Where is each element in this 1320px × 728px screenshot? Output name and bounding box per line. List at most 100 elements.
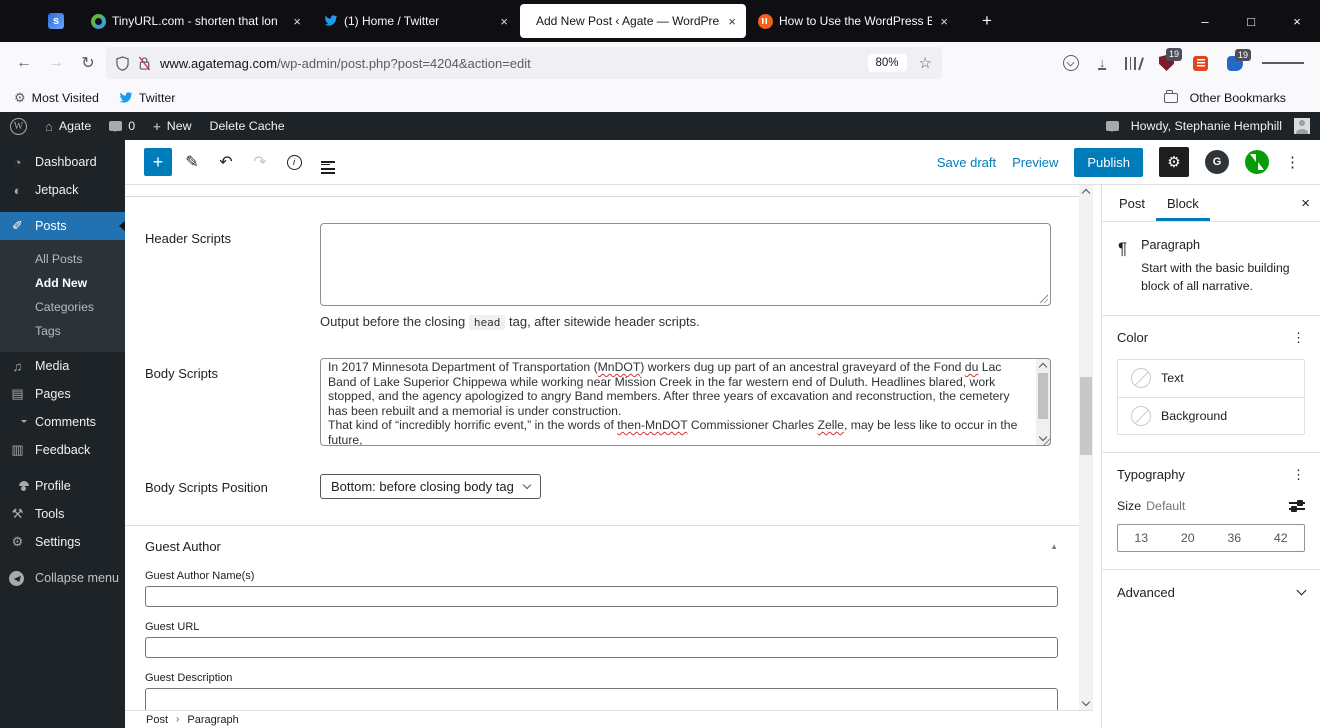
tab-block[interactable]: Block [1156, 185, 1210, 221]
howdy-label[interactable]: Howdy, Stephanie Hemphill [1131, 119, 1282, 133]
tab-close-icon[interactable]: × [938, 14, 950, 29]
new-content-menu[interactable]: + New [153, 119, 191, 134]
notification-bubble-icon[interactable] [1105, 121, 1119, 132]
font-size-option[interactable]: 13 [1118, 525, 1165, 551]
tab-close-icon[interactable]: × [726, 14, 738, 29]
menu-hamburger-icon[interactable] [1262, 59, 1304, 67]
editor-vertical-scrollbar[interactable] [1079, 185, 1093, 710]
sidebar-item-settings[interactable]: ⚙ Settings [0, 528, 125, 556]
url-bar[interactable]: www.agatemag.com/wp-admin/post.php?post=… [106, 47, 942, 79]
panel-options-kebab-icon[interactable]: ⋮ [1292, 467, 1305, 483]
other-bookmarks[interactable]: Other Bookmarks [1163, 90, 1286, 105]
plugin-g-icon[interactable]: G [1205, 150, 1229, 174]
url-text[interactable]: www.agatemag.com/wp-admin/post.php?post=… [160, 56, 868, 71]
reader-extension-icon[interactable] [1193, 55, 1208, 71]
breadcrumb-paragraph[interactable]: Paragraph [187, 714, 238, 726]
tab-close-icon[interactable]: × [498, 14, 510, 29]
submenu-categories[interactable]: Categories [0, 295, 125, 319]
collapse-section-icon[interactable]: ▲ [1050, 542, 1058, 551]
save-draft-button[interactable]: Save draft [937, 155, 996, 170]
bookmark-twitter[interactable]: Twitter [119, 91, 175, 105]
window-maximize-button[interactable]: □ [1228, 0, 1274, 42]
user-avatar[interactable] [1294, 118, 1310, 134]
scroll-down-icon[interactable] [1081, 697, 1091, 707]
edit-mode-pencil-icon[interactable]: ✎ [178, 148, 206, 176]
page-zoom-badge[interactable]: 80% [867, 54, 907, 72]
account-extension-icon[interactable]: 19 [1227, 48, 1251, 71]
list-view-button[interactable] [314, 148, 342, 176]
new-tab-button[interactable]: + [973, 11, 1001, 31]
block-inserter-button[interactable]: + [144, 148, 172, 176]
reload-button[interactable]: ↻ [72, 47, 104, 79]
scrollbar-thumb[interactable] [1038, 373, 1048, 419]
browser-tab-active-wordpress[interactable]: Add New Post ‹ Agate — WordPress × [520, 4, 746, 38]
scrollbar-thumb[interactable] [1080, 377, 1092, 455]
scroll-up-icon[interactable] [1038, 362, 1048, 372]
site-name-menu[interactable]: ⌂ Agate [45, 119, 91, 134]
sidebar-item-posts[interactable]: ✐ Posts [0, 212, 125, 240]
panel-options-kebab-icon[interactable]: ⋮ [1292, 330, 1305, 346]
bookmark-most-visited[interactable]: ⚙ Most Visited [14, 90, 99, 106]
preview-button[interactable]: Preview [1012, 155, 1058, 170]
options-kebab-icon[interactable]: ⋮ [1285, 153, 1300, 171]
details-info-button[interactable]: i [280, 148, 308, 176]
sidebar-item-profile[interactable]: Profile [0, 472, 125, 500]
scroll-up-icon[interactable] [1081, 188, 1091, 198]
jetpack-icon[interactable] [1245, 150, 1269, 174]
guest-author-section-header[interactable]: Guest Author ▲ [125, 526, 1079, 556]
submenu-tags[interactable]: Tags [0, 319, 125, 343]
body-scripts-textarea[interactable]: In 2017 Minnesota Department of Transpor… [320, 358, 1051, 446]
guest-author-name-input[interactable] [145, 586, 1058, 607]
redo-button[interactable]: ↷ [246, 148, 274, 176]
breadcrumb-post[interactable]: Post [146, 714, 168, 726]
collapse-menu-button[interactable]: ◀ Collapse menu [0, 564, 125, 592]
downloads-icon[interactable]: ↓ [1097, 56, 1107, 70]
browser-tab-wp-guide[interactable]: How to Use the WordPress Bloc × [748, 4, 958, 38]
wp-logo-menu[interactable]: W [10, 117, 27, 135]
insecure-lock-icon[interactable] [138, 56, 151, 71]
sidebar-item-pages[interactable]: ▤ Pages [0, 380, 125, 408]
header-scripts-textarea[interactable] [320, 223, 1051, 306]
advanced-panel-toggle[interactable]: Advanced [1102, 570, 1320, 615]
library-icon[interactable] [1125, 56, 1144, 70]
sidebar-item-media[interactable]: ♫ Media [0, 352, 125, 380]
font-size-option[interactable]: 42 [1258, 525, 1305, 551]
close-icon[interactable]: × [1301, 195, 1310, 212]
pocket-icon[interactable] [1062, 55, 1079, 71]
browser-tab-twitter[interactable]: (1) Home / Twitter × [313, 4, 518, 38]
font-size-option[interactable]: 20 [1165, 525, 1212, 551]
back-button[interactable]: ← [8, 47, 40, 79]
sidebar-item-dashboard[interactable]: ◔ Dashboard [0, 148, 125, 176]
background-color-option[interactable]: Background [1118, 396, 1304, 434]
tab-close-icon[interactable]: × [291, 14, 303, 29]
comments-menu[interactable]: 0 [109, 119, 135, 133]
delete-cache-menu[interactable]: Delete Cache [210, 119, 285, 133]
publish-button[interactable]: Publish [1074, 147, 1143, 177]
tab-post[interactable]: Post [1108, 185, 1156, 221]
resize-grip-icon[interactable] [1038, 293, 1048, 303]
sidebar-item-feedback[interactable]: ▥ Feedback [0, 436, 125, 464]
forward-button[interactable]: → [40, 47, 72, 79]
sidebar-item-jetpack[interactable]: ◐ Jetpack [0, 176, 125, 204]
sidebar-item-tools[interactable]: ⚒ Tools [0, 500, 125, 528]
tracking-protection-shield-icon[interactable] [116, 55, 129, 71]
font-size-option[interactable]: 36 [1211, 525, 1258, 551]
browser-tab-tinyurl[interactable]: TinyURL.com - shorten that lon × [81, 4, 311, 38]
body-scripts-text[interactable]: In 2017 Minnesota Department of Transpor… [321, 359, 1036, 445]
submenu-add-new[interactable]: Add New [0, 271, 125, 295]
textarea-scrollbar[interactable] [1036, 359, 1050, 445]
guest-description-textarea[interactable] [145, 688, 1058, 710]
sidebar-item-comments[interactable]: Comments [0, 408, 125, 436]
window-close-button[interactable]: × [1274, 0, 1320, 42]
size-settings-sliders-icon[interactable] [1289, 498, 1305, 515]
submenu-all-posts[interactable]: All Posts [0, 247, 125, 271]
settings-gear-button[interactable]: ⚙ [1159, 147, 1189, 177]
guest-url-input[interactable] [145, 637, 1058, 658]
adblock-shield-icon[interactable]: 19 [1159, 48, 1182, 71]
window-minimize-button[interactable]: – [1182, 0, 1228, 42]
undo-button[interactable]: ↶ [212, 148, 240, 176]
text-color-option[interactable]: Text [1118, 360, 1304, 397]
body-scripts-position-select[interactable]: Bottom: before closing body tag [320, 474, 541, 499]
pinned-tab-favicon[interactable]: s [48, 13, 64, 29]
scroll-down-icon[interactable] [1038, 432, 1048, 442]
